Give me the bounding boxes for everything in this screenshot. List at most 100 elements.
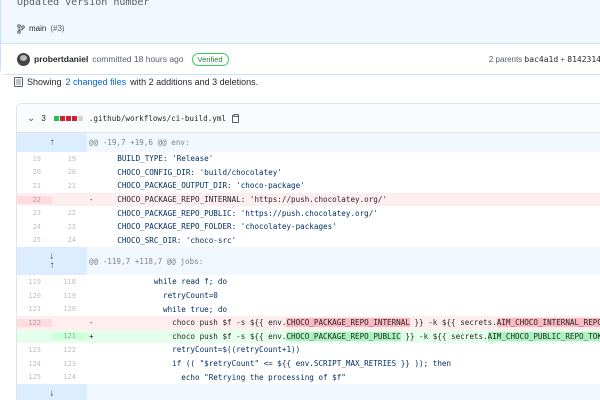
diffstat-block	[77, 115, 83, 121]
diff-line: 21 21 CHOCO_PACKAGE_OUTPUT_DIR: 'choco-pa…	[17, 179, 600, 193]
code-highlight: CHOCO_PACKAGE_REPO_PUBLIC	[286, 331, 401, 341]
expand-down-icon[interactable]: ⭣	[17, 383, 87, 400]
diff-sign: +	[89, 331, 94, 341]
diff-line: 19 19 BUILD_TYPE: 'Release'	[17, 152, 600, 166]
diffstat-block	[59, 115, 65, 121]
code-text: retryCount=0	[99, 291, 218, 301]
code-segment: }} -k ${{ secrets.	[409, 318, 497, 328]
diff-line: 125 124 echo "Retrying the processing of …	[17, 370, 600, 384]
author-row: probertdaniel committed 18 hours ago Ver…	[1, 44, 600, 74]
code-highlight: AIM_CHOCO_PUBLIC_REPO_TOKEN	[487, 331, 600, 341]
hunk-footer: ⭣	[17, 383, 600, 400]
code-text: while true; do	[99, 304, 228, 314]
commit-message: Updated version number	[1, 0, 600, 14]
old-line-number[interactable]: 121	[17, 305, 52, 313]
copy-icon[interactable]	[232, 113, 240, 123]
old-line-number[interactable]: 125	[17, 373, 52, 381]
old-line-number[interactable]: 20	[17, 168, 52, 176]
code-text: while read f; do	[99, 277, 228, 287]
diff-line: 123 122 retryCount=$((retryCount+1))	[17, 343, 600, 357]
hunk-header-text: @@ -119,7 +118,7 @@ jobs:	[89, 256, 204, 266]
code-text: CHOCO_SRC_DIR: 'choco-src'	[99, 235, 237, 245]
author-name[interactable]: probertdaniel	[34, 54, 88, 64]
commit-time: committed 18 hours ago	[92, 54, 184, 64]
change-count: 3	[41, 113, 46, 123]
parents-label: 2 parents	[488, 54, 523, 64]
old-line-number[interactable]: 124	[17, 360, 52, 368]
old-line-number[interactable]: 119	[17, 278, 52, 286]
pr-link[interactable]: (#3)	[50, 24, 64, 33]
hunk-header: ⭡ @@ -19,7 +19,6 @@ env:	[17, 133, 600, 152]
old-line-number[interactable]: 24	[17, 223, 52, 231]
diffstat-block	[71, 115, 77, 121]
code-segment: }} -k ${{ secrets.	[400, 331, 488, 341]
summary-suffix: with 2 additions and 3 deletions.	[130, 77, 259, 87]
old-line-number[interactable]: 122	[17, 318, 52, 327]
diffstat-block	[53, 115, 59, 121]
diff-line-deleted: 122 - choco push $f -s ${{ env.CHOCO_PACK…	[17, 315, 600, 330]
expand-up-icon[interactable]: ⭡	[50, 261, 54, 270]
summary-prefix: Showing	[27, 77, 62, 87]
diffstat-block	[65, 115, 71, 121]
code-segment: choco push $f -s ${{ env.	[99, 331, 287, 341]
new-line-number[interactable]: 21	[52, 182, 87, 190]
new-line-number[interactable]: 23	[52, 223, 87, 231]
file-path[interactable]: .github/workflows/ci-build.yml	[89, 114, 226, 123]
code-text: retryCount=$((retryCount+1))	[99, 345, 301, 355]
new-line-number[interactable]: 121	[52, 332, 87, 341]
diff-line: 24 23 CHOCO_PACKAGE_REPO_FOLDER: 'chocola…	[17, 220, 600, 234]
parent-sha-1[interactable]: bac4a1d	[524, 55, 558, 64]
diff-line: 25 24 CHOCO_SRC_DIR: 'choco-src'	[17, 234, 600, 248]
old-line-number[interactable]: 21	[17, 182, 52, 190]
parent-sha-2[interactable]: 8142314	[567, 55, 600, 64]
old-line-number[interactable]: 120	[17, 292, 52, 300]
old-line-number[interactable]: 22	[17, 195, 52, 204]
new-line-number[interactable]: 122	[52, 346, 87, 354]
branch-name[interactable]: main	[29, 24, 46, 33]
changed-files-link[interactable]: 2 changed files	[66, 77, 127, 87]
expand-down-icon[interactable]: ⭣	[50, 252, 54, 261]
old-line-number[interactable]: 25	[17, 236, 52, 244]
diff-sign: -	[89, 195, 94, 205]
expand-both-icon[interactable]: ⭣ ⭡	[17, 247, 87, 276]
code-highlight: AIM_CHOCO_INTERNAL_REPO_TOKEN	[496, 318, 600, 328]
code-highlight: CHOCO_PACKAGE_REPO_INTERNAL	[286, 318, 410, 328]
code-segment: choco push $f -s ${{ env.	[99, 318, 287, 328]
diffstat	[53, 115, 83, 121]
plus-sign: +	[560, 54, 566, 64]
expand-up-icon[interactable]: ⭡	[17, 133, 87, 152]
diff-line: 23 22 CHOCO_PACKAGE_REPO_PUBLIC: 'https:/…	[17, 206, 600, 220]
file-diff-icon[interactable]	[14, 77, 23, 87]
commit-box: Updated version number main (#3) probert…	[0, 0, 600, 75]
collapse-icon[interactable]: ⌄	[27, 113, 35, 124]
new-line-number[interactable]: 24	[52, 236, 87, 244]
code-text: CHOCO_PACKAGE_OUTPUT_DIR: 'choco-package…	[99, 181, 305, 191]
code-text: if (( "$retryCount" <= ${{ env.SCRIPT_MA…	[99, 359, 452, 369]
hunk-lines-1: 19 19 BUILD_TYPE: 'Release' 20 20 CHOCO_CON…	[17, 152, 600, 247]
hunk-header: ⭣ ⭡ @@ -119,7 +118,7 @@ jobs:	[17, 247, 600, 276]
code-text: CHOCO_PACKAGE_REPO_PUBLIC: 'https://push…	[99, 208, 378, 218]
new-line-number[interactable]: 20	[52, 168, 87, 176]
avatar[interactable]	[17, 52, 30, 66]
new-line-number[interactable]: 118	[52, 278, 87, 286]
old-line-number[interactable]: 23	[17, 209, 52, 217]
new-line-number[interactable]: 123	[52, 360, 87, 368]
diff-line: 120 119 retryCount=0	[17, 289, 600, 303]
verified-badge[interactable]: Verified	[191, 52, 229, 66]
old-line-number[interactable]: 19	[17, 155, 52, 163]
file-diff: ⌄ 3 .github/workflows/ci-build.yml ⭡ @@ …	[16, 103, 600, 400]
diff-line: 121 120 while true; do	[17, 302, 600, 316]
new-line-number[interactable]: 19	[52, 155, 87, 163]
code-text: BUILD_TYPE: 'Release'	[99, 154, 214, 164]
parents-info: 2 parents bac4a1d + 8142314	[489, 55, 600, 64]
new-line-number[interactable]: 119	[52, 292, 87, 300]
old-line-number[interactable]: 123	[17, 346, 52, 354]
diff-sign: -	[89, 318, 94, 328]
new-line-number[interactable]: 124	[52, 373, 87, 381]
new-line-number[interactable]: 120	[52, 305, 87, 313]
code-text: echo "Retrying the processing of $f"	[99, 372, 346, 382]
hunk-header-text: @@ -19,7 +19,6 @@ env:	[89, 138, 190, 147]
diff-summary: Showing 2 changed files with 2 additions…	[14, 77, 258, 87]
new-line-number[interactable]: 22	[52, 209, 87, 217]
code-text: choco push $f -s ${{ env.CHOCO_PACKAGE_R…	[99, 318, 600, 328]
